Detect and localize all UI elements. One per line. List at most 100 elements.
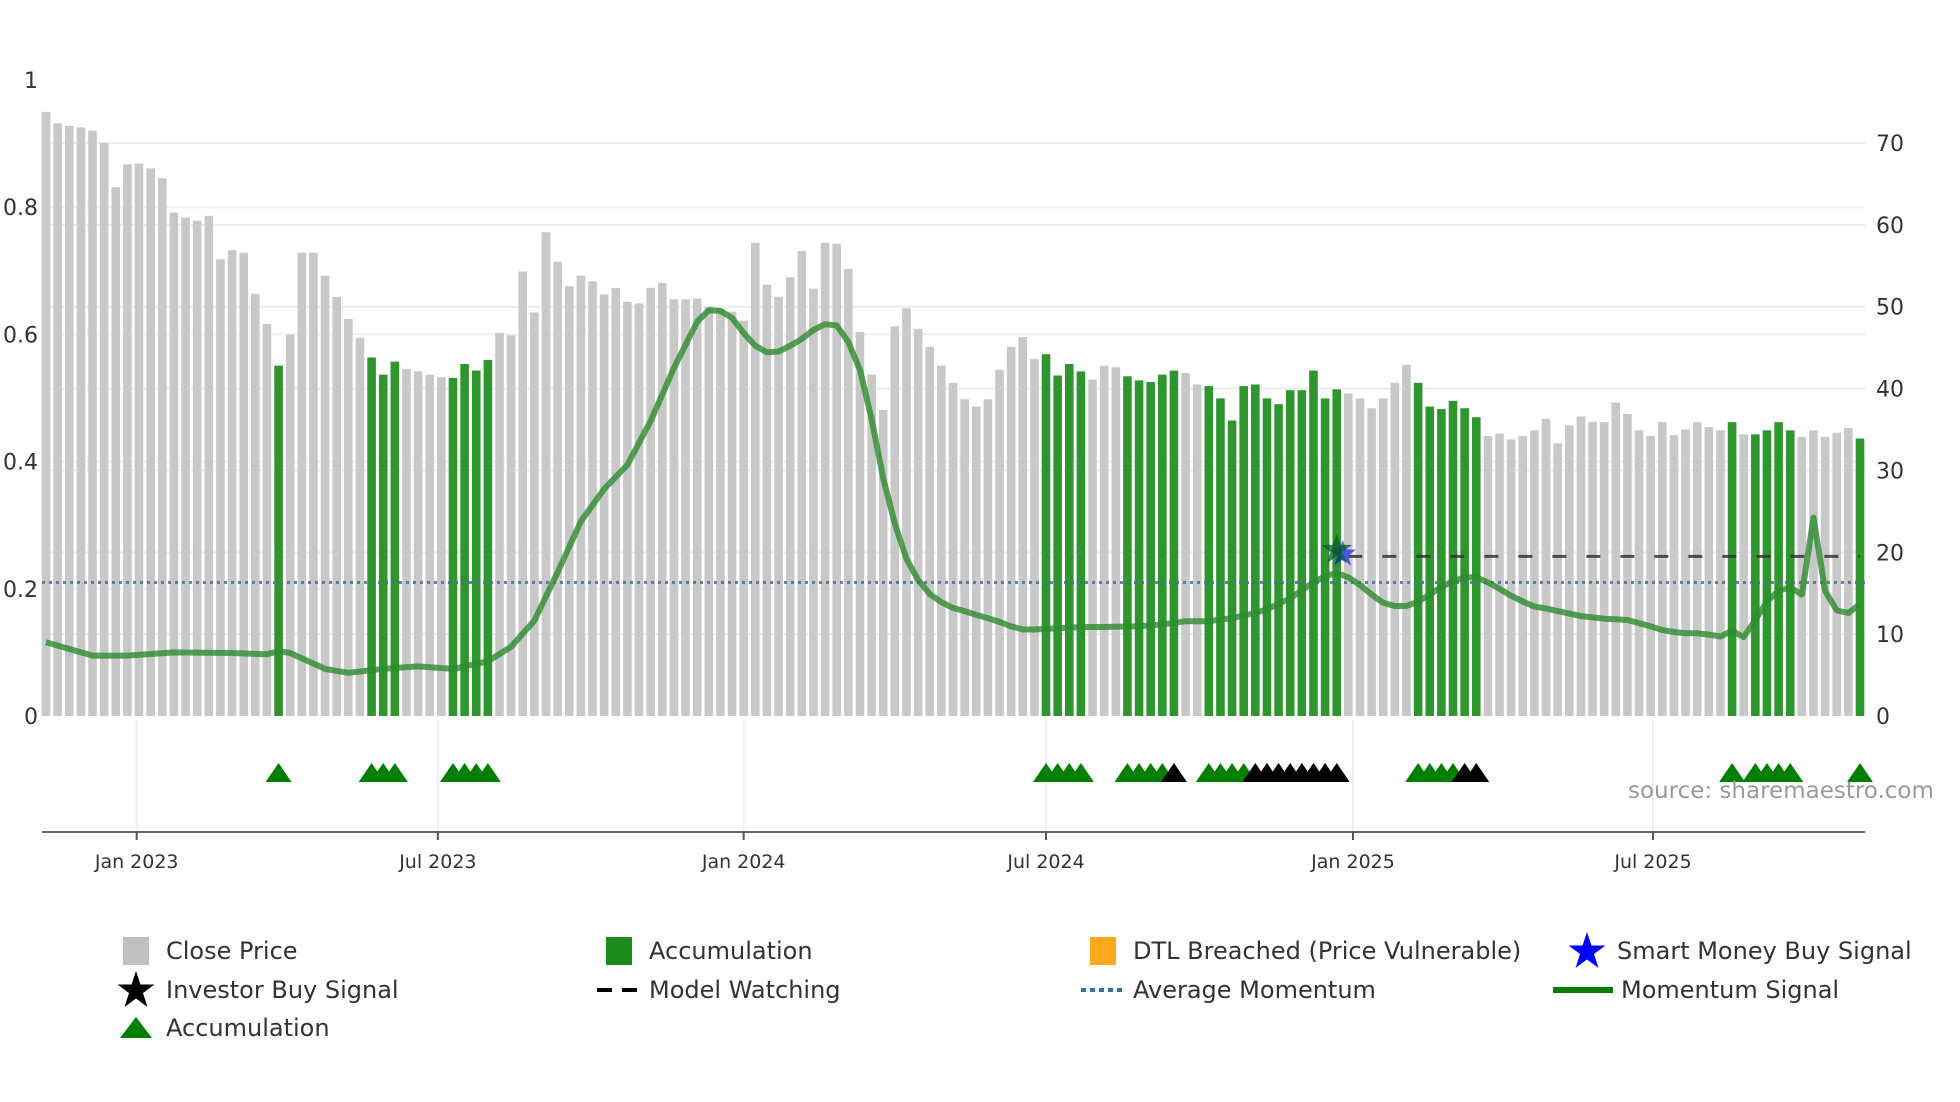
accumulation-triangle bbox=[265, 763, 292, 782]
accumulation-bar bbox=[1041, 354, 1051, 716]
price-bar bbox=[611, 287, 621, 716]
price-bar bbox=[832, 243, 842, 717]
price-bar bbox=[134, 163, 144, 716]
accumulation-bar bbox=[1262, 398, 1272, 716]
accumulation-bar bbox=[1413, 382, 1423, 716]
price-bar bbox=[1669, 435, 1679, 716]
price-bar bbox=[402, 368, 411, 716]
right-tick-label: 70 bbox=[1876, 132, 1904, 157]
price-bar bbox=[297, 252, 307, 716]
price-bar bbox=[599, 294, 609, 716]
accumulation-bar bbox=[1437, 409, 1446, 716]
price-bar bbox=[716, 308, 725, 716]
accumulation-bar bbox=[1297, 390, 1307, 716]
price-bar bbox=[1599, 422, 1609, 716]
price-bar bbox=[1623, 413, 1632, 716]
price-bar bbox=[1646, 436, 1655, 716]
price-bar bbox=[332, 296, 342, 716]
accumulation-bar bbox=[1320, 398, 1330, 716]
price-bar bbox=[41, 111, 51, 716]
price-bar bbox=[704, 306, 714, 716]
price-bar bbox=[146, 168, 155, 716]
price-bar bbox=[797, 251, 807, 716]
price-bar bbox=[53, 123, 62, 716]
price-bar bbox=[1611, 402, 1621, 716]
accumulation-bar bbox=[1239, 386, 1249, 716]
price-bar bbox=[1541, 418, 1551, 716]
right-tick-label: 60 bbox=[1876, 214, 1904, 239]
price-bar bbox=[204, 215, 214, 717]
accumulation-bar bbox=[1216, 398, 1225, 716]
price-bar bbox=[1704, 427, 1714, 716]
price-bar bbox=[1181, 373, 1190, 716]
price-bar bbox=[518, 271, 528, 716]
price-bar bbox=[1588, 422, 1597, 716]
price-bar bbox=[1553, 443, 1562, 716]
price-bar bbox=[971, 406, 981, 716]
price-bar bbox=[1739, 434, 1749, 716]
accumulation-bar bbox=[1123, 376, 1132, 716]
price-bar bbox=[1483, 436, 1493, 716]
price-bar bbox=[774, 296, 783, 716]
accumulation-bar bbox=[1751, 434, 1760, 716]
price-bar bbox=[1576, 416, 1586, 716]
price-bar bbox=[216, 259, 225, 716]
price-bar bbox=[181, 217, 190, 717]
price-bar bbox=[123, 164, 132, 717]
price-bar bbox=[506, 335, 516, 716]
price-bar bbox=[1018, 337, 1028, 716]
right-tick-label: 50 bbox=[1876, 296, 1904, 321]
accumulation-bar bbox=[367, 357, 376, 716]
price-bar bbox=[925, 346, 935, 716]
price-bar bbox=[623, 301, 632, 716]
price-bar bbox=[88, 130, 97, 716]
price-bar bbox=[1518, 436, 1528, 716]
price-bar bbox=[809, 288, 818, 716]
accumulation-bar bbox=[378, 374, 388, 716]
price-bar bbox=[681, 299, 690, 716]
accumulation-bar bbox=[1448, 400, 1458, 716]
price-bars bbox=[41, 111, 1865, 717]
x-tick-label: Jul 2024 bbox=[1006, 851, 1084, 873]
accumulation-bar bbox=[1169, 370, 1179, 716]
chart-canvas: 0 10 20 30 40 50 60 70 0 0.2 0.4 0.6 0.8 1 Jan 2023 Jul… bbox=[3, 69, 1904, 873]
accumulation-bar bbox=[1785, 430, 1795, 716]
price-bar bbox=[1192, 384, 1202, 716]
price-bar bbox=[1030, 359, 1039, 716]
right-tick-label: 40 bbox=[1876, 378, 1904, 403]
price-bar bbox=[227, 250, 237, 717]
accumulation-bar bbox=[1855, 438, 1865, 716]
price-bar bbox=[902, 308, 911, 716]
price-bar bbox=[1634, 430, 1644, 716]
accumulation-bar bbox=[274, 365, 283, 716]
accumulation-bar bbox=[1204, 386, 1214, 716]
price-bar bbox=[576, 275, 586, 716]
left-tick-label: 1 bbox=[24, 69, 38, 94]
accumulation-bar bbox=[1309, 370, 1318, 716]
price-bar bbox=[553, 261, 562, 716]
accumulation-bar bbox=[390, 361, 400, 716]
price-bar bbox=[344, 318, 353, 716]
price-bar bbox=[983, 399, 993, 716]
price-bar bbox=[1844, 427, 1853, 716]
accumulation-bar bbox=[1274, 404, 1283, 716]
accumulation-bar bbox=[1134, 380, 1144, 716]
price-bar bbox=[355, 337, 365, 716]
price-bar bbox=[76, 127, 86, 716]
price-bar bbox=[692, 298, 702, 716]
price-bar bbox=[1088, 379, 1097, 716]
x-tick-label: Jan 2024 bbox=[701, 851, 786, 873]
price-bar bbox=[1832, 432, 1842, 716]
left-tick-label: 0.2 bbox=[3, 578, 38, 603]
price-bar bbox=[192, 220, 202, 716]
price-bar bbox=[1809, 430, 1818, 716]
price-bar bbox=[64, 125, 74, 716]
price-bar bbox=[948, 382, 958, 716]
right-tick-label: 10 bbox=[1876, 623, 1904, 648]
price-bar bbox=[1530, 430, 1539, 716]
price-bar bbox=[1367, 408, 1376, 716]
price-bar bbox=[913, 328, 923, 716]
price-bar bbox=[646, 287, 655, 716]
accumulation-bar bbox=[1460, 408, 1469, 716]
accumulation-bar bbox=[1727, 422, 1737, 716]
